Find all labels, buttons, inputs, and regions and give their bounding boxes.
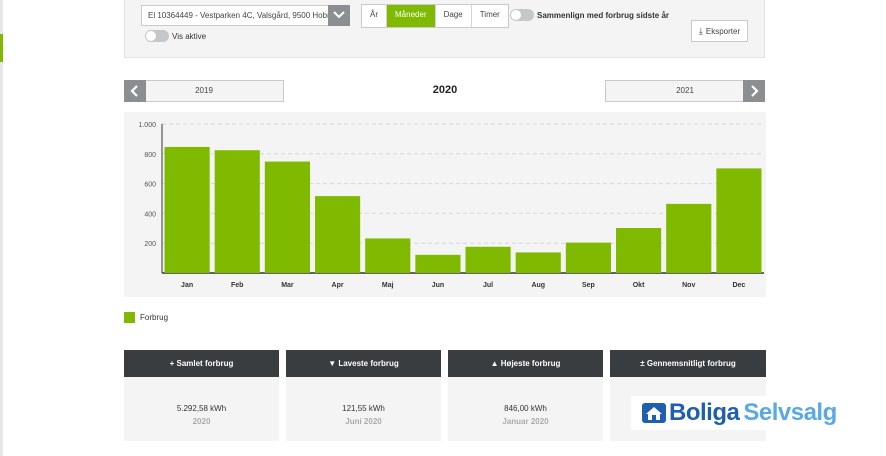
watermark-text-boliga: Boliga [669,399,740,426]
watermark-text-selvsalg: Selvsalg [743,399,837,426]
tab-months[interactable]: Måneder [387,5,436,27]
x-tick-label: Aug [531,282,545,289]
export-button[interactable]: ⤓ Eksporter [691,20,748,42]
bar [465,246,511,273]
next-year-label: 2021 [676,86,694,95]
tab-hours[interactable]: Timer [472,5,508,27]
stat-title: ± Gennemsnitligt forbrug [610,350,766,377]
consumption-chart: 200 400 600 800 1.000 Jan Feb Mar Apr Maj Jun Jul Au… [124,112,766,297]
chevron-down-icon[interactable] [328,5,350,26]
stat-period: Juni 2020 [345,417,382,426]
legend-label: Forbrug [140,313,169,322]
bar [264,161,310,273]
meter-select-value: El 10364449 - Vestparken 4C, Valsgård, 9… [148,11,335,20]
y-tick-label: 200 [144,241,156,248]
x-tick-label: Okt [633,282,645,289]
download-icon: ⤓ [698,26,703,36]
x-tick-label: Sep [582,282,595,289]
export-label: Eksporter [705,27,741,36]
show-active-label: Vis aktive [172,32,207,41]
bar [415,254,461,273]
stat-value: 121,55 kWh [342,404,385,413]
stat-card-total: + Samlet forbrug 5.292,58 kWh 2020 [124,350,279,441]
chart-legend: Forbrug [124,312,168,323]
stat-title: + Samlet forbrug [124,350,279,377]
watermark-logo: Boliga Selvsalg [631,396,861,430]
stat-value: 5.292,58 kWh [176,404,227,413]
y-tick-label: 1.000 [138,122,156,129]
toggle-knob [146,31,156,41]
compare-toggle[interactable] [510,9,534,21]
x-tick-label: Apr [332,282,344,289]
bar [716,168,762,273]
show-active-toggle[interactable] [145,30,169,42]
x-tick-label: Maj [382,282,394,289]
x-tick-label: Nov [682,282,695,289]
chevron-right-icon [743,80,765,102]
current-year: 2020 [432,84,458,96]
tab-year[interactable]: År [362,5,387,27]
left-rule [0,0,3,456]
bar [666,203,712,273]
x-tick-label: Jun [432,282,444,289]
stat-title: ▼ Laveste forbrug [286,350,441,377]
bar [616,228,662,273]
stat-card-lowest: ▼ Laveste forbrug 121,55 kWh Juni 2020 [286,350,441,441]
x-tick-label: Dec [732,282,745,289]
bar [515,252,561,273]
compare-label: Sammenlign med forbrug sidste år [537,11,670,20]
bar [164,146,210,273]
meter-select[interactable]: El 10364449 - Vestparken 4C, Valsgård, 9… [141,5,350,26]
chevron-left-icon [124,80,146,102]
y-tick-label: 400 [144,211,156,218]
y-tick-label: 600 [144,182,156,189]
bar [565,242,611,273]
toggle-knob [511,10,521,20]
legend-swatch [124,312,135,323]
left-active-indicator [0,34,3,62]
previous-year-label: 2019 [195,86,213,95]
y-tick-label: 800 [144,152,156,159]
stat-value: 846,00 kWh [504,404,547,413]
bar [214,150,260,273]
stat-title: ▲ Højeste forbrug [448,350,603,377]
stat-period: 2020 [192,417,211,426]
next-year-button[interactable]: 2021 [605,80,765,102]
house-icon [642,403,666,423]
x-tick-label: Jul [483,282,493,289]
x-tick-label: Mar [281,282,294,289]
stat-card-highest: ▲ Højeste forbrug 846,00 kWh Januar 2020 [448,350,603,441]
x-tick-label: Feb [231,282,243,289]
bar [315,196,361,273]
previous-year-button[interactable]: 2019 [124,80,284,102]
period-tabs: År Måneder Dage Timer [361,4,509,28]
x-tick-label: Jan [181,282,193,289]
tab-days[interactable]: Dage [436,5,472,27]
bar [365,238,411,273]
stat-period: Januar 2020 [502,417,549,426]
